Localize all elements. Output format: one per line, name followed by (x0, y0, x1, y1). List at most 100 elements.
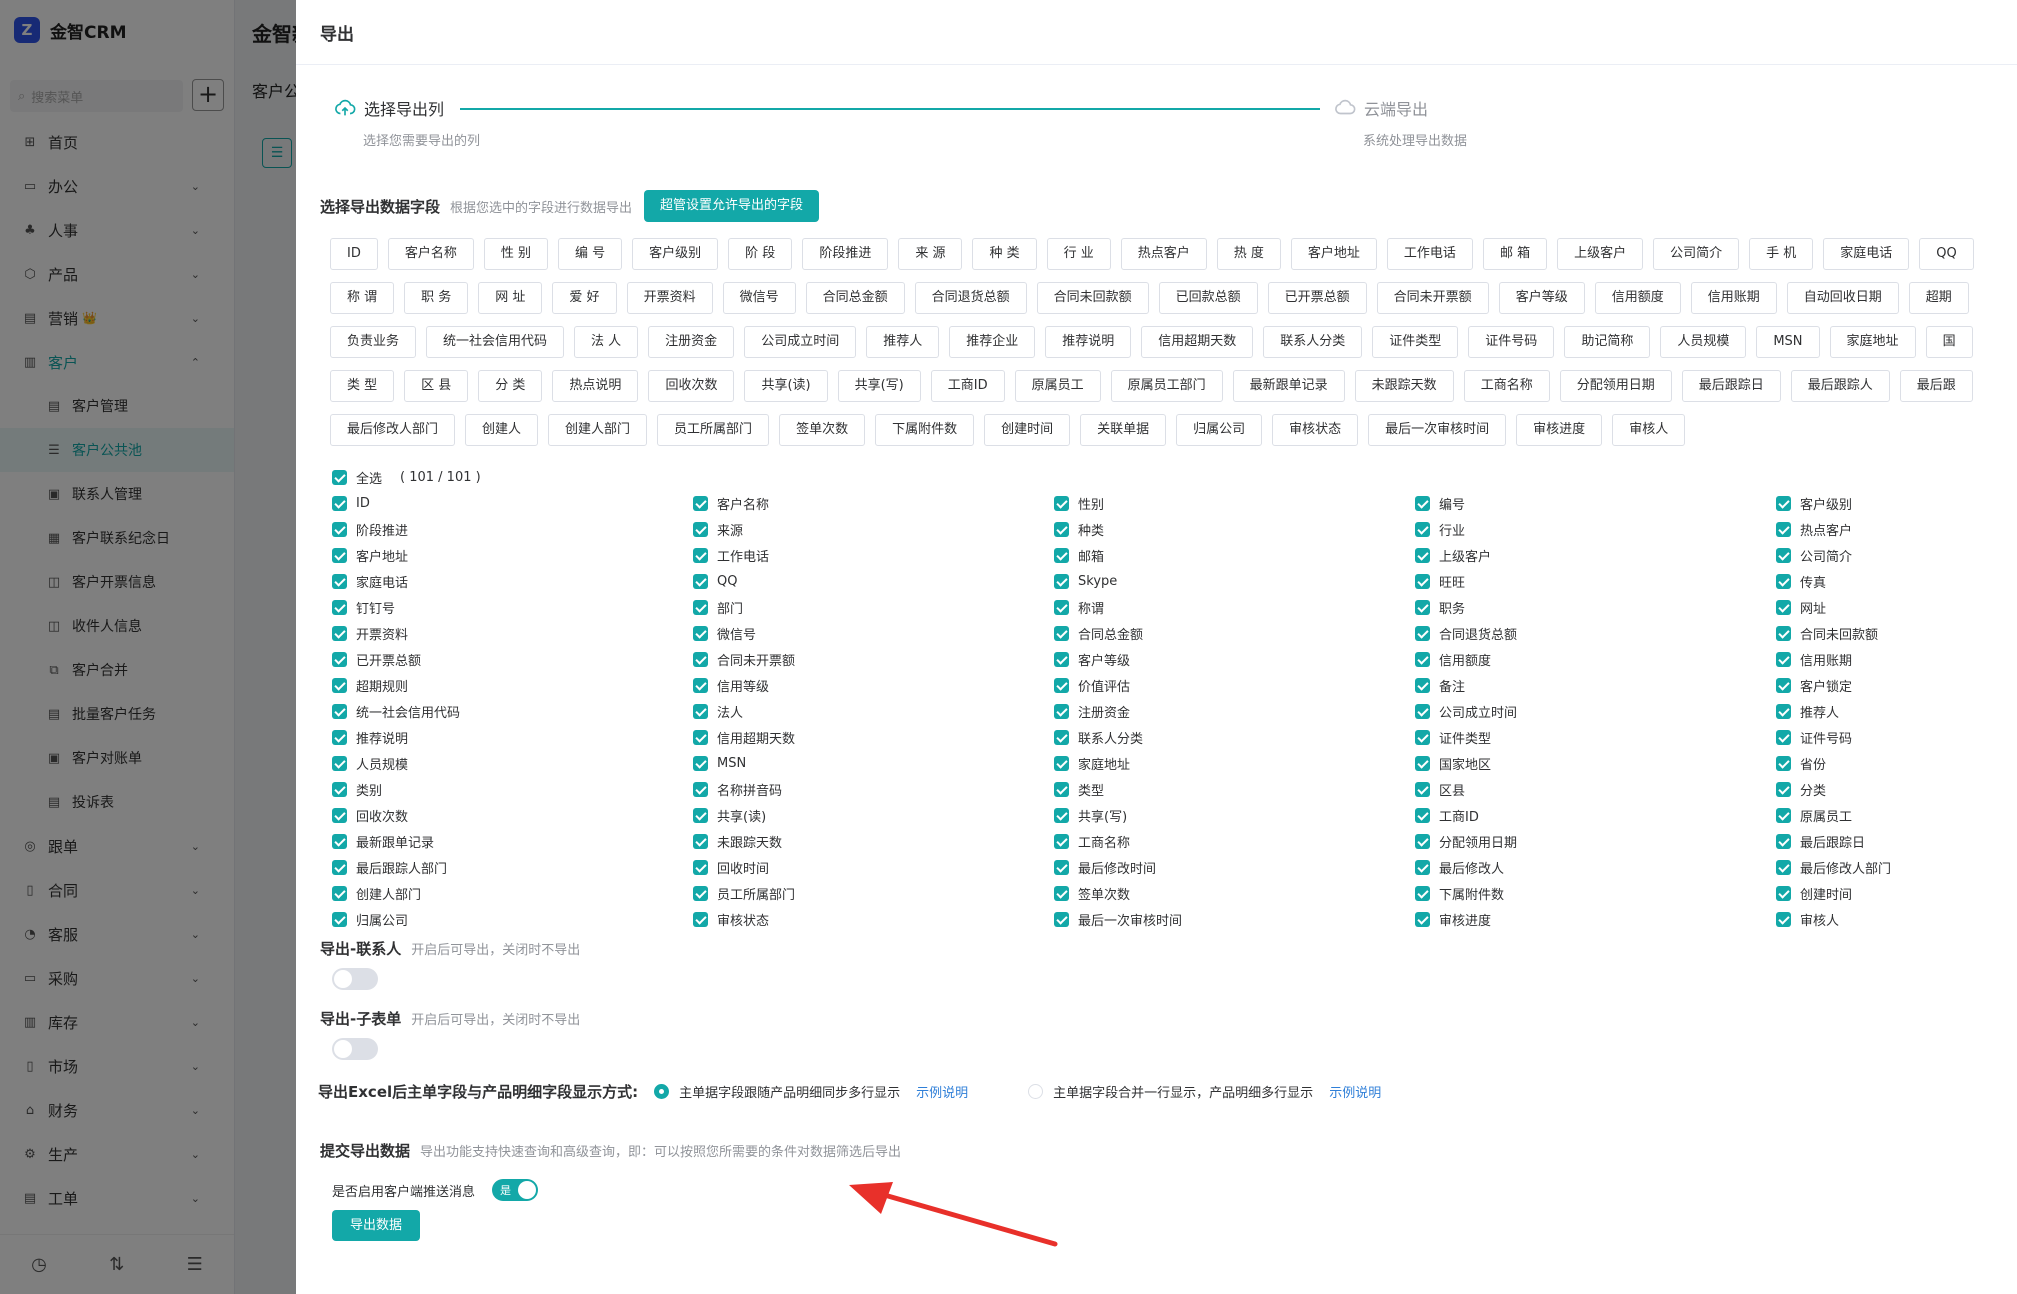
field-checkbox[interactable]: 证件号码 (1776, 724, 2017, 750)
field-checkbox[interactable]: 最后跟踪人部门 (332, 854, 693, 880)
field-tag[interactable]: 客户等级 (1498, 282, 1585, 314)
field-checkbox[interactable]: 创建时间 (1776, 880, 2017, 906)
field-checkbox[interactable]: 信用超期天数 (693, 724, 1054, 750)
field-tag[interactable]: 合同未开票额 (1376, 282, 1489, 314)
field-tag[interactable]: 已回款总额 (1158, 282, 1258, 314)
field-tag[interactable]: 证件类型 (1372, 326, 1459, 358)
field-checkbox[interactable]: 工商名称 (1054, 828, 1415, 854)
field-tag[interactable]: 推荐说明 (1045, 326, 1132, 358)
field-tag[interactable]: 推荐企业 (949, 326, 1036, 358)
field-tag[interactable]: 超期 (1908, 282, 1969, 314)
field-tag[interactable]: 合同总金额 (805, 282, 905, 314)
field-checkbox[interactable]: 传真 (1776, 568, 2017, 594)
field-tag[interactable]: 共享(写) (837, 370, 921, 402)
field-checkbox[interactable]: QQ (693, 568, 1054, 594)
export-data-button[interactable]: 导出数据 (332, 1210, 420, 1241)
field-checkbox[interactable]: 最新跟单记录 (332, 828, 693, 854)
field-tag[interactable]: 人员规模 (1660, 326, 1747, 358)
field-checkbox[interactable]: 统一社会信用代码 (332, 698, 693, 724)
field-tag[interactable]: 家庭电话 (1823, 238, 1910, 270)
field-tag[interactable]: 回收次数 (648, 370, 735, 402)
field-tag[interactable]: 信用账期 (1690, 282, 1777, 314)
field-tag[interactable]: 推荐人 (866, 326, 940, 358)
field-tag[interactable]: 合同退货总额 (914, 282, 1027, 314)
field-tag[interactable]: 客户地址 (1290, 238, 1377, 270)
field-checkbox[interactable]: 开票资料 (332, 620, 693, 646)
field-checkbox[interactable]: 省份 (1776, 750, 2017, 776)
field-checkbox[interactable]: 种类 (1054, 516, 1415, 542)
field-tag[interactable]: 审核状态 (1272, 414, 1359, 446)
field-checkbox[interactable]: 工作电话 (693, 542, 1054, 568)
field-checkbox[interactable]: 信用额度 (1415, 646, 1776, 672)
field-checkbox[interactable]: 信用账期 (1776, 646, 2017, 672)
field-checkbox[interactable]: 归属公司 (332, 906, 693, 932)
field-tag[interactable]: 最后跟 (1899, 370, 1973, 402)
field-tag[interactable]: 编 号 (558, 238, 623, 270)
field-tag[interactable]: 最后跟踪日 (1681, 370, 1781, 402)
field-checkbox[interactable]: 来源 (693, 516, 1054, 542)
field-tag[interactable]: 合同未回款额 (1036, 282, 1149, 314)
field-tag[interactable]: 工商ID (930, 370, 1005, 402)
field-checkbox[interactable]: 未跟踪天数 (693, 828, 1054, 854)
field-tag[interactable]: 家庭地址 (1829, 326, 1916, 358)
field-tag[interactable]: 邮 箱 (1482, 238, 1548, 270)
field-checkbox[interactable]: 原属员工 (1776, 802, 2017, 828)
radio-merge-row[interactable] (1028, 1083, 1044, 1099)
field-checkbox[interactable]: 名称拼音码 (693, 776, 1054, 802)
example-link[interactable]: 示例说明 (916, 1082, 968, 1101)
field-tag[interactable]: 注册资金 (648, 326, 735, 358)
field-tag[interactable]: 工商名称 (1463, 370, 1550, 402)
field-tag[interactable]: 网 址 (478, 282, 543, 314)
field-checkbox[interactable]: 签单次数 (1054, 880, 1415, 906)
field-tag[interactable]: 最后修改人部门 (330, 414, 456, 446)
field-tag[interactable]: 种 类 (972, 238, 1037, 270)
field-tag[interactable]: 公司简介 (1653, 238, 1740, 270)
field-tag[interactable]: 行 业 (1046, 238, 1111, 270)
field-tag[interactable]: 关联单据 (1080, 414, 1167, 446)
field-checkbox[interactable]: 类型 (1054, 776, 1415, 802)
field-checkbox[interactable]: 家庭地址 (1054, 750, 1415, 776)
admin-allowed-fields-button[interactable]: 超管设置允许导出的字段 (644, 190, 820, 222)
field-tag[interactable]: 类 型 (330, 370, 395, 402)
field-tag[interactable]: 统一社会信用代码 (426, 326, 565, 358)
export-subform-switch[interactable] (332, 1038, 378, 1060)
field-tag[interactable]: 区 县 (404, 370, 469, 402)
field-tag[interactable]: 法 人 (574, 326, 639, 358)
field-tag[interactable]: 员工所属部门 (657, 414, 770, 446)
field-checkbox[interactable]: 联系人分类 (1054, 724, 1415, 750)
field-checkbox[interactable]: 公司简介 (1776, 542, 2017, 568)
field-checkbox[interactable]: 推荐说明 (332, 724, 693, 750)
field-tag[interactable]: 证件号码 (1468, 326, 1555, 358)
field-checkbox[interactable]: 价值评估 (1054, 672, 1415, 698)
field-checkbox[interactable]: 职务 (1415, 594, 1776, 620)
field-checkbox[interactable]: 客户名称 (693, 490, 1054, 516)
field-checkbox[interactable]: 工商ID (1415, 802, 1776, 828)
field-tag[interactable]: 微信号 (722, 282, 796, 314)
field-tag[interactable]: 信用超期天数 (1141, 326, 1254, 358)
field-tag[interactable]: 自动回收日期 (1786, 282, 1899, 314)
field-checkbox[interactable]: 信用等级 (693, 672, 1054, 698)
field-checkbox[interactable]: 创建人部门 (332, 880, 693, 906)
field-checkbox[interactable]: 公司成立时间 (1415, 698, 1776, 724)
field-tag[interactable]: 阶 段 (728, 238, 793, 270)
field-tag[interactable]: 联系人分类 (1263, 326, 1363, 358)
field-tag[interactable]: 审核人 (1612, 414, 1686, 446)
example-link[interactable]: 示例说明 (1329, 1082, 1381, 1101)
field-tag[interactable]: 上级客户 (1557, 238, 1644, 270)
field-tag[interactable]: 手 机 (1749, 238, 1814, 270)
field-tag[interactable]: 原属员工 (1014, 370, 1101, 402)
field-checkbox[interactable]: 回收次数 (332, 802, 693, 828)
field-tag[interactable]: 阶段推进 (802, 238, 889, 270)
field-checkbox[interactable]: 客户级别 (1776, 490, 2017, 516)
field-tag[interactable]: 归属公司 (1176, 414, 1263, 446)
field-tag[interactable]: QQ (1919, 238, 1974, 270)
field-tag[interactable]: 客户名称 (387, 238, 474, 270)
field-checkbox[interactable]: 审核人 (1776, 906, 2017, 932)
field-checkbox[interactable]: 合同总金额 (1054, 620, 1415, 646)
field-tag[interactable]: 热点说明 (552, 370, 639, 402)
field-tag[interactable]: 分 类 (478, 370, 543, 402)
field-tag[interactable]: 未跟踪天数 (1354, 370, 1454, 402)
field-checkbox[interactable]: 审核状态 (693, 906, 1054, 932)
field-tag[interactable]: MSN (1756, 326, 1820, 358)
field-checkbox[interactable]: 最后修改人部门 (1776, 854, 2017, 880)
